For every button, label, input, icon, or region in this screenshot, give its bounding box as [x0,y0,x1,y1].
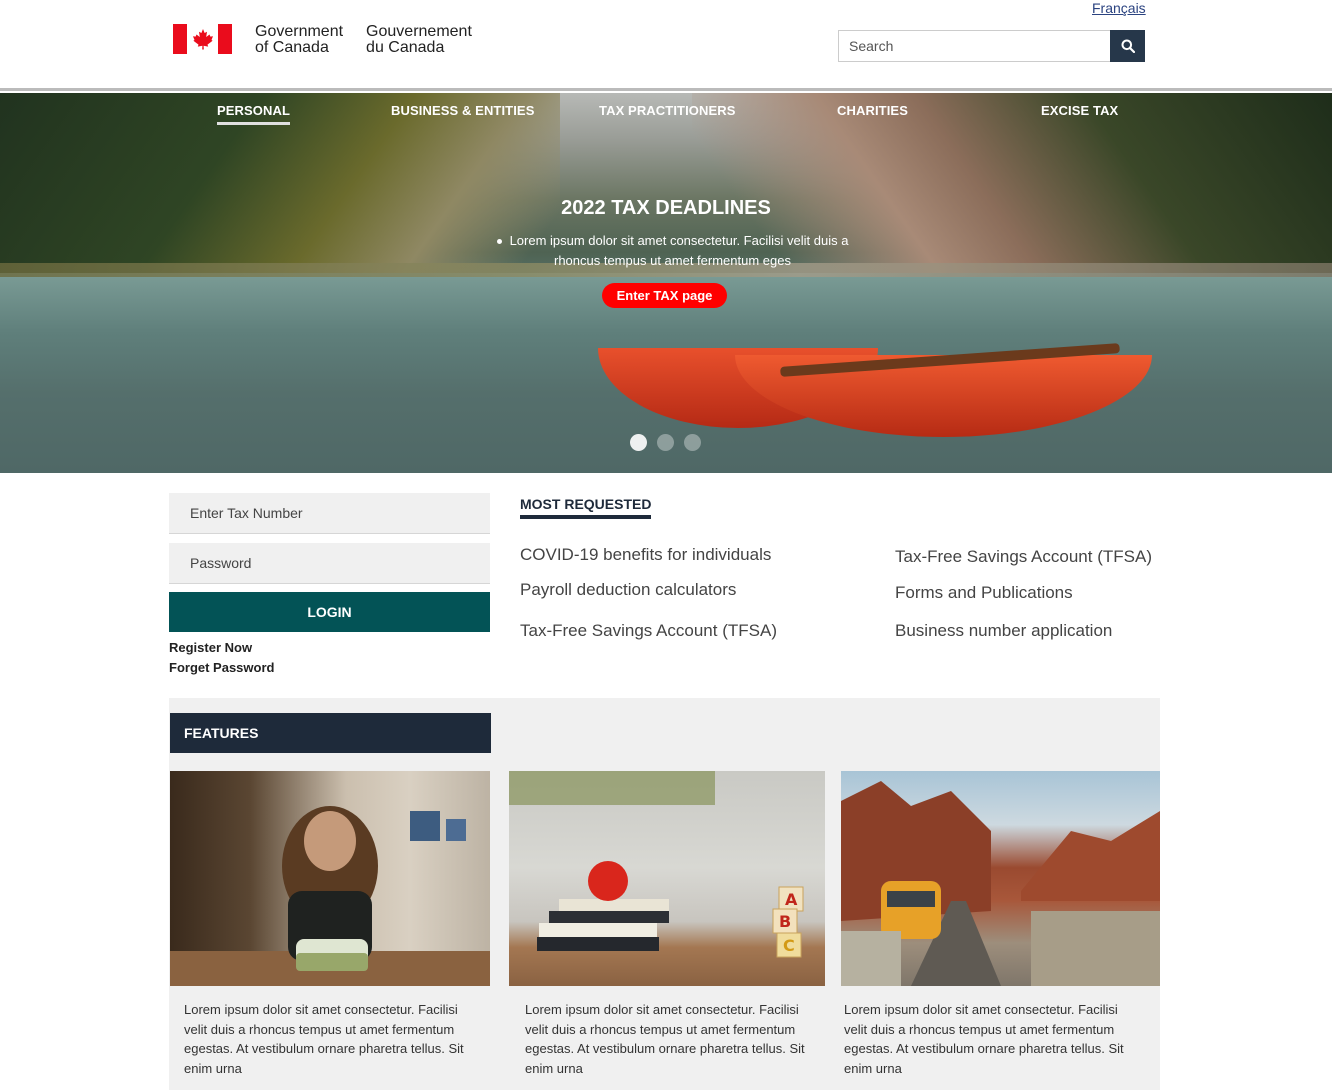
maple-leaf-icon [192,29,213,50]
carousel-dot[interactable] [657,434,674,451]
feature-image-apple-books[interactable]: A B C [509,771,825,986]
most-requested-heading: MOST REQUESTED [520,496,652,519]
forgot-password-link[interactable]: Forget Password [169,660,274,675]
carousel-indicators [630,434,701,451]
carousel-dot[interactable] [684,434,701,451]
features-heading: FEATURES [170,713,491,753]
nav-tab-excise-tax[interactable]: EXCISE TAX [1041,103,1118,118]
tax-number-input[interactable] [169,493,490,534]
canada-flag-icon [173,24,232,54]
most-requested-link[interactable]: Tax-Free Savings Account (TFSA) [895,547,1152,567]
search-button[interactable] [1110,30,1145,62]
feature-card-text: Lorem ipsum dolor sit amet consectetur. … [184,1002,464,1076]
nav-tab-tax-practitioners[interactable]: TAX PRACTITIONERS [599,103,736,118]
search-box [838,30,1145,62]
most-requested-link[interactable]: Payroll deduction calculators [520,580,736,600]
password-input[interactable] [169,543,490,584]
logo-text-english: Government of Canada [255,23,344,56]
main-navigation: PERSONAL BUSINESS & ENTITIES TAX PRACTIT… [0,93,1332,133]
svg-text:A: A [785,890,798,909]
search-icon [1121,39,1135,53]
register-now-link[interactable]: Register Now [169,640,252,655]
hero-title: 2022 TAX DEADLINES [561,197,771,219]
government-of-canada-logo[interactable]: Government of Canada Gouvernement du Can… [173,24,472,56]
nav-tab-business-entities[interactable]: BUSINESS & ENTITIES [391,103,534,118]
features-section: FEATURES A B C Lorem ipsum dolor sit ame… [169,698,1160,1090]
hero-carousel: PERSONAL BUSINESS & ENTITIES TAX PRACTIT… [0,93,1332,473]
site-header: Français Government of Canada Gouverneme… [0,0,1332,91]
nav-tab-personal[interactable]: PERSONAL [217,103,291,125]
feature-card-text: Lorem ipsum dolor sit amet consectetur. … [525,1002,805,1076]
nav-tab-charities[interactable]: CHARITIES [837,103,908,118]
login-button[interactable]: LOGIN [169,592,490,632]
feature-card-text: Lorem ipsum dolor sit amet consectetur. … [844,1002,1124,1076]
language-toggle-link[interactable]: Français [1092,0,1146,16]
search-input[interactable] [838,30,1110,62]
most-requested-link[interactable]: Business number application [895,621,1112,641]
enter-tax-page-button[interactable]: Enter TAX page [602,283,727,308]
most-requested-link[interactable]: COVID-19 benefits for individuals [520,545,771,565]
feature-image-piggy-bank[interactable] [170,771,490,986]
feature-image-road-trip[interactable] [841,771,1160,986]
logo-text-french: Gouvernement du Canada [366,23,472,56]
most-requested-link[interactable]: Tax-Free Savings Account (TFSA) [520,621,777,641]
bullet-icon [496,239,502,245]
svg-text:C: C [783,936,795,955]
carousel-dot[interactable] [630,434,647,451]
svg-text:B: B [779,912,791,931]
hero-description: Lorem ipsum dolor sit amet consectetur. … [485,231,860,271]
most-requested-link[interactable]: Forms and Publications [895,583,1073,603]
